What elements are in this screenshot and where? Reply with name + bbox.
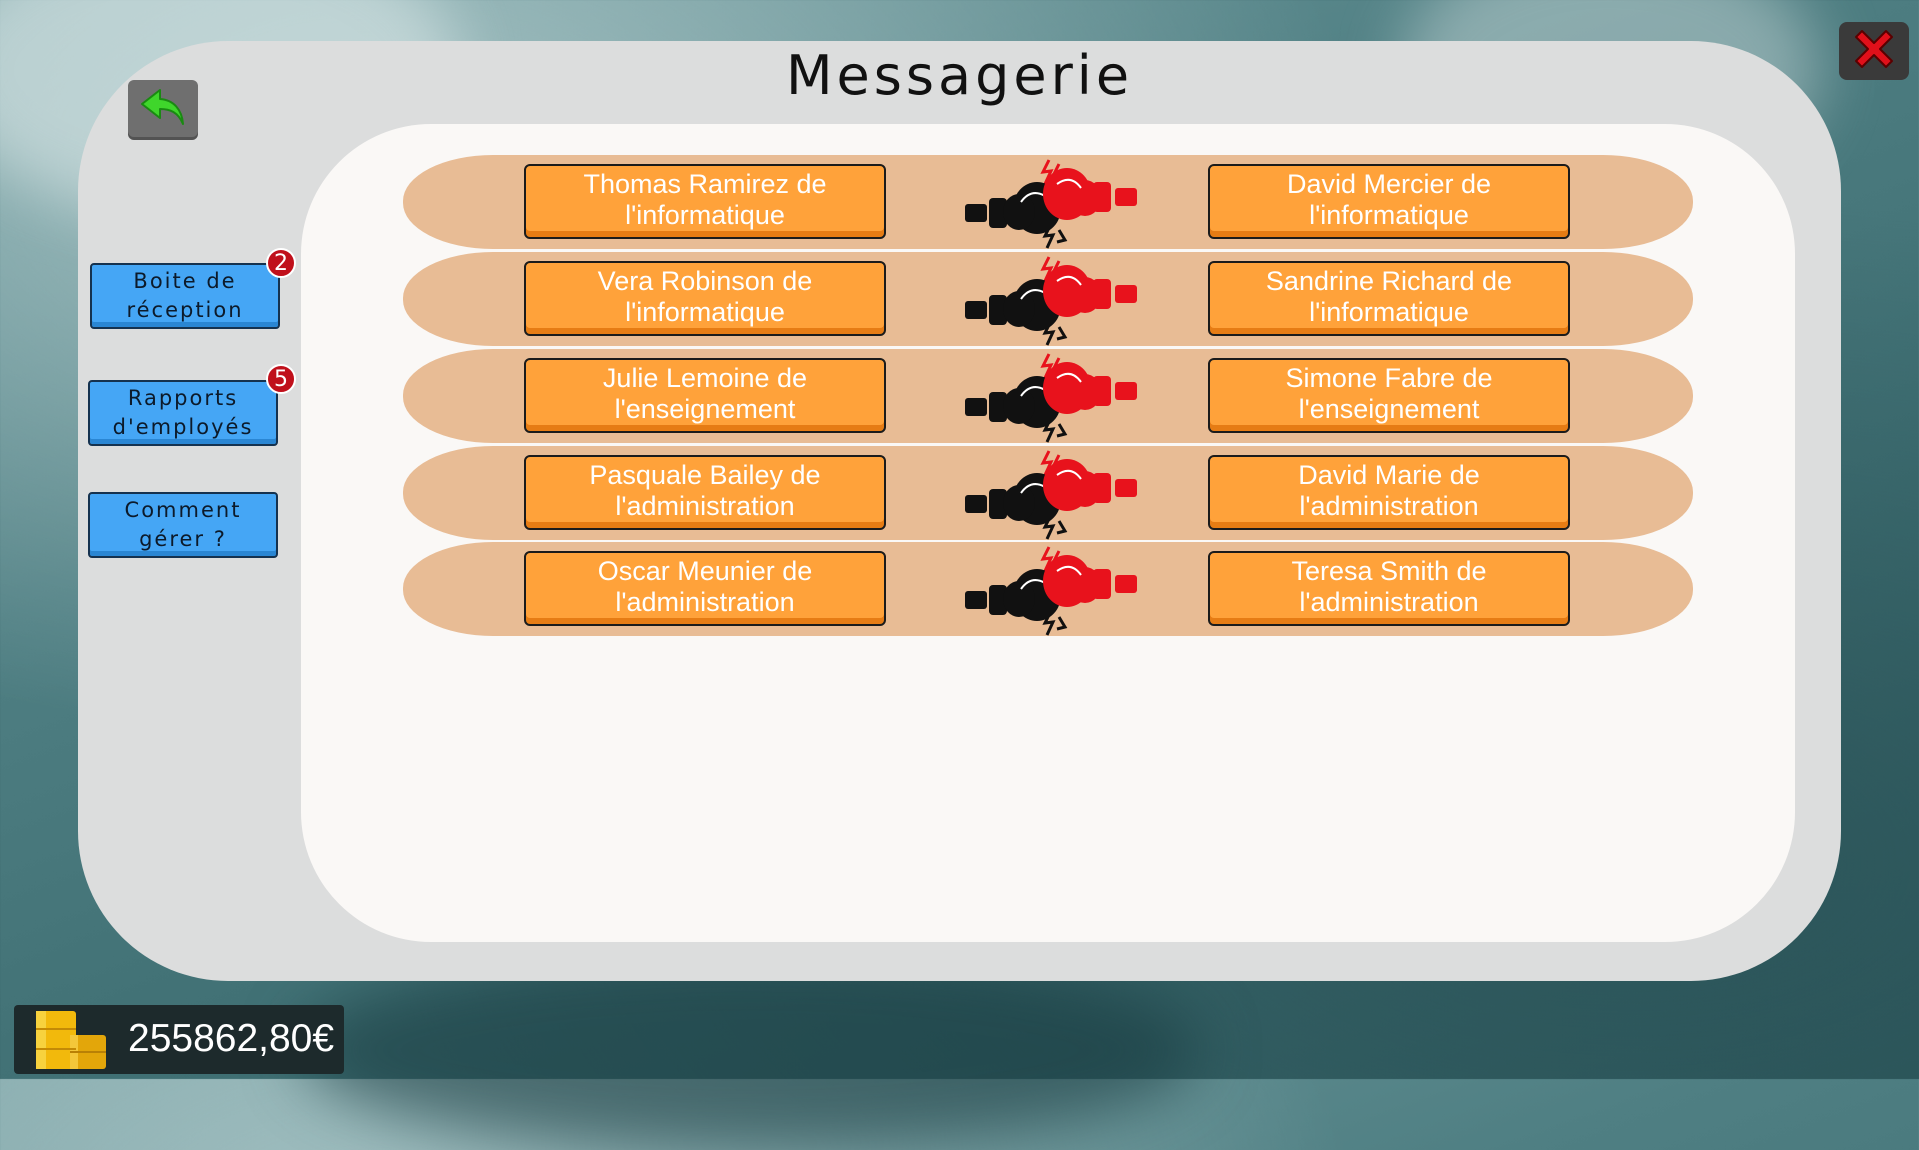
boxing-gloves-icon	[959, 352, 1141, 444]
employee-left-button[interactable]: Oscar Meunier de l'administration	[524, 551, 886, 626]
how-to-manage-label: Comment gérer ?	[124, 498, 242, 551]
conflict-row: Thomas Ramirez de l'informatique David Me…	[403, 155, 1693, 249]
employee-left-button[interactable]: Vera Robinson de l'informatique	[524, 261, 886, 336]
money-display: 255862,80€	[14, 1005, 344, 1074]
employee-right-button[interactable]: David Marie de l'administration	[1208, 455, 1570, 530]
close-x-icon	[1848, 23, 1900, 79]
employee-right-label: Simone Fabre de l'enseignement	[1285, 362, 1493, 424]
conflict-row: Oscar Meunier de l'administration Teresa …	[403, 542, 1693, 636]
boxing-gloves-icon	[959, 545, 1141, 637]
page-title: Messagerie	[785, 44, 1134, 107]
employee-left-label: Vera Robinson de l'informatique	[597, 265, 813, 327]
conflict-row: Pasquale Bailey de l'administration David…	[403, 446, 1693, 540]
employee-right-label: Teresa Smith de l'administration	[1291, 555, 1487, 617]
back-button[interactable]	[128, 80, 198, 140]
employee-right-button[interactable]: Teresa Smith de l'administration	[1208, 551, 1570, 626]
inbox-button-label: Boite de réception	[126, 269, 244, 322]
boxing-gloves-icon	[959, 255, 1141, 347]
employee-left-label: Julie Lemoine de l'enseignement	[602, 362, 808, 424]
boxing-gloves-icon	[959, 449, 1141, 541]
employee-left-label: Pasquale Bailey de l'administration	[589, 459, 821, 521]
employee-right-label: David Marie de l'administration	[1298, 459, 1480, 521]
conflict-row: Julie Lemoine de l'enseignement Simone Fa…	[403, 349, 1693, 443]
employee-left-button[interactable]: Julie Lemoine de l'enseignement	[524, 358, 886, 433]
employee-right-label: David Mercier de l'informatique	[1286, 168, 1492, 230]
employee-reports-button[interactable]: Rapports d'employés	[88, 380, 278, 446]
conflict-row: Vera Robinson de l'informatique Sandrine …	[403, 252, 1693, 346]
employee-left-button[interactable]: Pasquale Bailey de l'administration	[524, 455, 886, 530]
employee-right-button[interactable]: Simone Fabre de l'enseignement	[1208, 358, 1570, 433]
employee-left-button[interactable]: Thomas Ramirez de l'informatique	[524, 164, 886, 239]
employee-reports-badge: 5	[266, 364, 296, 394]
inbox-badge: 2	[266, 248, 296, 278]
employee-left-label: Thomas Ramirez de l'informatique	[583, 168, 827, 230]
employee-reports-label: Rapports d'employés	[112, 386, 254, 439]
employee-right-button[interactable]: David Mercier de l'informatique	[1208, 164, 1570, 239]
employee-left-label: Oscar Meunier de l'administration	[597, 555, 813, 617]
money-amount: 255862,80€	[128, 1017, 335, 1060]
how-to-manage-button[interactable]: Comment gérer ?	[88, 492, 278, 558]
inbox-button[interactable]: Boite de réception	[90, 263, 280, 329]
back-arrow-icon	[138, 86, 188, 134]
gold-coins-icon	[24, 1009, 120, 1075]
close-button[interactable]	[1839, 22, 1909, 80]
employee-right-button[interactable]: Sandrine Richard de l'informatique	[1208, 261, 1570, 336]
employee-right-label: Sandrine Richard de l'informatique	[1265, 265, 1513, 327]
boxing-gloves-icon	[959, 158, 1141, 250]
